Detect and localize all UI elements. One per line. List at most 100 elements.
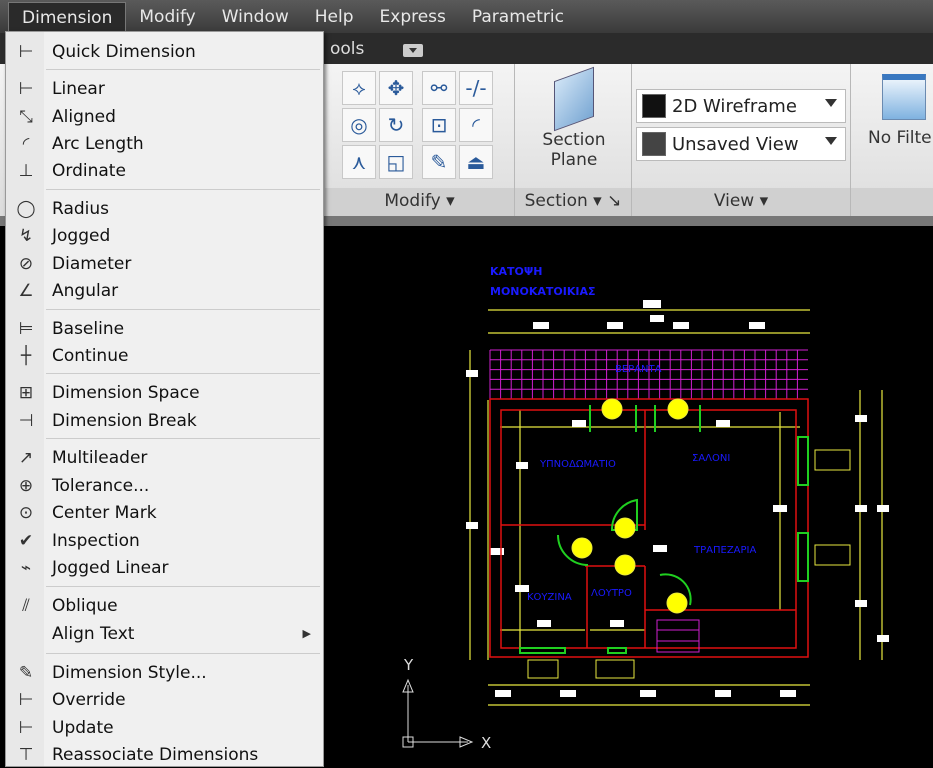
menu-item-oblique[interactable]: ⫽ Oblique: [6, 592, 323, 619]
menu-modify[interactable]: Modify: [126, 2, 208, 32]
fillet-icon[interactable]: ◜: [459, 108, 493, 142]
menu-bar: Dimension Modify Window Help Express Par…: [0, 0, 933, 33]
submenu-arrow-icon: ▶: [302, 627, 311, 640]
chevron-down-icon: [825, 99, 837, 113]
menu-item-label: Continue: [52, 345, 129, 366]
walls: [489, 398, 809, 658]
panel-section-label[interactable]: Section ▾ ↘: [515, 188, 631, 216]
dimension-space-icon: ⊞: [18, 382, 34, 403]
baseline-icon: ⊨: [18, 318, 34, 339]
menu-item-arc-length[interactable]: ◜ Arc Length: [6, 130, 323, 157]
visual-style-dropdown[interactable]: 2D Wireframe: [636, 89, 846, 123]
menu-item-label: Ordinate: [52, 160, 126, 181]
menu-item-update[interactable]: ⊢ Update: [6, 714, 323, 741]
align-icon[interactable]: ⚯: [422, 71, 456, 105]
update-icon: ⊢: [18, 717, 34, 738]
override-icon: ⊢: [18, 689, 34, 710]
menu-item-dimension-break[interactable]: ⊣ Dimension Break: [6, 407, 323, 434]
menu-item-label: Linear: [52, 78, 105, 99]
continue-icon: ┼: [20, 345, 32, 366]
arc-length-icon: ◜: [22, 133, 30, 154]
menu-item-label: Oblique: [52, 595, 118, 616]
menu-item-quick-dimension[interactable]: ⊢ Quick Dimension: [6, 38, 323, 65]
room-bath: ΛΟΥΤΡΟ: [591, 588, 632, 599]
menu-item-label: Center Mark: [52, 502, 157, 523]
menu-item-dimension-space[interactable]: ⊞ Dimension Space: [6, 379, 323, 406]
menu-separator: [46, 653, 320, 654]
menu-item-inspection[interactable]: ✔ Inspection: [6, 527, 323, 554]
menu-item-label: Align Text: [52, 623, 135, 644]
menu-item-label: Dimension Space: [52, 382, 200, 403]
menu-help[interactable]: Help: [302, 2, 367, 32]
menu-item-reassociate-dimensions[interactable]: ⊤ Reassociate Dimensions: [6, 741, 323, 768]
menu-item-label: Arc Length: [52, 133, 144, 154]
menu-parametric[interactable]: Parametric: [459, 2, 577, 32]
move-icon[interactable]: ✥: [379, 71, 413, 105]
menu-item-label: Tolerance...: [52, 475, 150, 496]
menu-item-label: Angular: [52, 280, 119, 301]
menu-item-jogged-linear[interactable]: ⌁ Jogged Linear: [6, 554, 323, 581]
section-plane-button[interactable]: Section Plane: [520, 66, 628, 170]
panel-view-label[interactable]: View ▾: [632, 188, 850, 216]
filter-button[interactable]: No Filte: [860, 74, 933, 148]
ribbon-tab-tools[interactable]: ools: [330, 39, 364, 59]
menu-item-linear[interactable]: ⊢ Linear: [6, 75, 323, 102]
filter-label: No Filte: [868, 128, 932, 148]
room-bedroom: ΥΠΝΟΔΩΜΑΤΙΟ: [539, 459, 616, 470]
menu-item-center-mark[interactable]: ⊙ Center Mark: [6, 499, 323, 526]
solid-edit-icon[interactable]: ⏏: [459, 145, 493, 179]
menu-item-label: Quick Dimension: [52, 41, 196, 62]
menu-item-dimension-style[interactable]: ✎ Dimension Style...: [6, 659, 323, 686]
menu-separator: [46, 438, 320, 439]
menu-item-tolerance[interactable]: ⊕ Tolerance...: [6, 472, 323, 499]
rotate-icon[interactable]: ↻: [379, 108, 413, 142]
menu-item-radius[interactable]: ◯ Radius: [6, 195, 323, 222]
panel-filter-label: [851, 188, 933, 216]
tab-dropdown-button[interactable]: [403, 44, 423, 57]
menu-item-angular[interactable]: ∠ Angular: [6, 277, 323, 304]
stretch-icon[interactable]: ⊡: [422, 108, 456, 142]
menu-item-label: Reassociate Dimensions: [52, 744, 259, 765]
tolerance-icon: ⊕: [18, 475, 34, 496]
menu-item-multileader[interactable]: ↗ Multileader: [6, 444, 323, 471]
drawing-title-1: ΚΑΤΟΨΗ: [490, 265, 542, 278]
blank-icon: [14, 623, 38, 645]
panel-modify-label[interactable]: Modify ▾: [325, 188, 514, 216]
menu-separator: [46, 69, 320, 70]
dimension-dropdown-menu: ⊢ Quick Dimension ⊢ Linear ⤡ Aligned ◜ Arc Leng…: [5, 31, 324, 767]
menu-express[interactable]: Express: [367, 2, 459, 32]
menu-item-label: Multileader: [52, 447, 148, 468]
jogged-icon: ↯: [18, 225, 34, 246]
aligned-icon: ⤡: [19, 106, 33, 127]
menu-item-jogged[interactable]: ↯ Jogged: [6, 222, 323, 249]
menu-separator: [46, 189, 320, 190]
3d-align-icon[interactable]: ⋏: [342, 145, 376, 179]
room-kitchen: ΚΟΥΖΙΝΑ: [527, 592, 572, 603]
menu-separator: [46, 373, 320, 374]
menu-window[interactable]: Window: [209, 2, 302, 32]
menu-item-continue[interactable]: ┼ Continue: [6, 342, 323, 369]
menu-dimension[interactable]: Dimension: [8, 1, 127, 32]
scale-icon[interactable]: ◱: [379, 145, 413, 179]
ucs-x-label: X: [481, 734, 491, 752]
3d-move-icon[interactable]: ⟡: [342, 71, 376, 105]
named-view-dropdown[interactable]: Unsaved View: [636, 127, 846, 161]
menu-item-override[interactable]: ⊢ Override: [6, 686, 323, 713]
menu-item-diameter[interactable]: ⊘ Diameter: [6, 250, 323, 277]
edit-icon[interactable]: ✎: [422, 145, 456, 179]
menu-item-aligned[interactable]: ⤡ Aligned: [6, 103, 323, 130]
reassociate-icon: ⊤: [18, 744, 34, 765]
menu-item-label: Radius: [52, 198, 110, 219]
menu-item-label: Dimension Style...: [52, 662, 207, 683]
menu-item-label: Jogged: [52, 225, 111, 246]
menu-separator: [46, 309, 320, 310]
menu-item-label: Aligned: [52, 106, 116, 127]
menu-separator: [46, 586, 320, 587]
menu-item-baseline[interactable]: ⊨ Baseline: [6, 315, 323, 342]
diameter-icon: ⊘: [18, 253, 34, 274]
3d-rotate-icon[interactable]: ◎: [342, 108, 376, 142]
room-living: ΣΑΛΟΝΙ: [692, 453, 730, 464]
break-icon[interactable]: -/-: [459, 71, 493, 105]
menu-item-align-text[interactable]: Align Text ▶: [6, 620, 323, 647]
menu-item-ordinate[interactable]: ⊥ Ordinate: [6, 157, 323, 184]
